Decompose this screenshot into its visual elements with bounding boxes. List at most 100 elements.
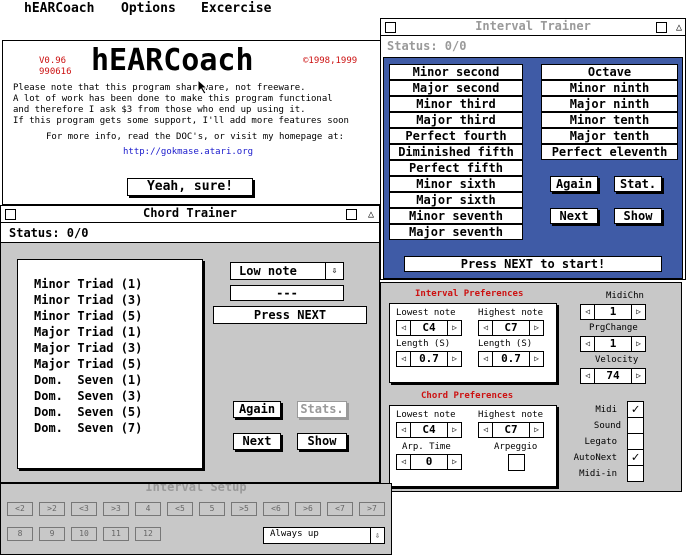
interval-option[interactable]: Perfect fourth [389,128,523,144]
chord-list-item[interactable]: Minor Triad (5) [34,308,142,324]
interval-next-button[interactable]: Next [550,208,598,224]
interval-option[interactable]: Minor ninth [541,80,678,96]
full-box-icon[interactable] [656,22,667,33]
interval-highest-spinner[interactable]: ◁ C7 ▷ [478,320,544,336]
chord-list-item[interactable]: Minor Triad (3) [34,292,142,308]
interval-key-button[interactable]: <6 [263,502,289,516]
interval-key-button[interactable]: 11 [103,527,129,541]
chord-again-button[interactable]: Again [233,401,281,418]
arrow-right-icon[interactable]: ▷ [529,352,543,366]
arpeggio-checkbox[interactable] [508,454,525,471]
interval-key-button[interactable]: <7 [327,502,353,516]
arrow-right-icon[interactable]: ▷ [447,423,461,437]
interval-option[interactable]: Major third [389,112,523,128]
menu-exercise[interactable]: Excercise [201,1,271,16]
arrow-left-icon[interactable]: ◁ [581,337,595,351]
dropdown-arrow-icon[interactable]: ⇩ [325,263,343,279]
interval-key-button[interactable]: 4 [135,502,161,516]
low-note-select[interactable]: Low note ⇩ [230,262,344,280]
interval-show-button[interactable]: Show [614,208,662,224]
interval-key-button[interactable]: 9 [39,527,65,541]
interval-key-button[interactable]: 10 [71,527,97,541]
arrow-left-icon[interactable]: ◁ [397,423,411,437]
interval-option[interactable]: Octave [541,64,678,80]
option-checkbox[interactable] [627,433,644,450]
close-box-icon[interactable] [385,22,396,33]
collapse-icon[interactable]: △ [676,20,682,35]
chord-list-item[interactable]: Minor Triad (1) [34,276,142,292]
homepage-link[interactable]: http://gokmase.atari.org [123,147,253,157]
chord-show-button[interactable]: Show [297,433,347,450]
arrow-left-icon[interactable]: ◁ [581,305,595,319]
arrow-right-icon[interactable]: ▷ [447,352,461,366]
menu-options[interactable]: Options [121,1,176,16]
interval-option[interactable]: Minor sixth [389,176,523,192]
option-checkbox[interactable] [627,417,644,434]
interval-again-button[interactable]: Again [550,176,598,192]
interval-key-button[interactable]: 12 [135,527,161,541]
chord-list-item[interactable]: Dom. Seven (1) [34,372,142,388]
interval-option[interactable]: Diminished fifth [389,144,523,160]
length-spinner-1[interactable]: ◁ 0.7 ▷ [396,351,462,367]
yeah-sure-button[interactable]: Yeah, sure! [127,178,253,196]
chord-stats-button[interactable]: Stats. [297,401,347,418]
menu-app[interactable]: hEARCoach [24,1,94,16]
chord-list-item[interactable]: Major Triad (1) [34,324,142,340]
interval-key-button[interactable]: >2 [39,502,65,516]
chord-list-item[interactable]: Major Triad (3) [34,340,142,356]
arrow-right-icon[interactable]: ▷ [529,321,543,335]
arrow-right-icon[interactable]: ▷ [447,321,461,335]
arrow-right-icon[interactable]: ▷ [447,455,461,469]
arrow-left-icon[interactable]: ◁ [397,352,411,366]
chord-list-item[interactable]: Dom. Seven (5) [34,404,142,420]
arrow-right-icon[interactable]: ▷ [631,305,645,319]
dropdown-arrow-icon[interactable]: ⇩ [370,528,384,543]
interval-option[interactable]: Minor second [389,64,523,80]
interval-option[interactable]: Major ninth [541,96,678,112]
full-box-icon[interactable] [346,209,357,220]
arrow-left-icon[interactable]: ◁ [479,423,493,437]
interval-option[interactable]: Perfect eleventh [541,144,678,160]
arrow-left-icon[interactable]: ◁ [479,352,493,366]
interval-option[interactable]: Major second [389,80,523,96]
interval-option[interactable]: Perfect fifth [389,160,523,176]
chord-lowest-spinner[interactable]: ◁ C4 ▷ [396,422,462,438]
arrow-left-icon[interactable]: ◁ [581,369,595,383]
interval-key-button[interactable]: <3 [71,502,97,516]
chord-highest-spinner[interactable]: ◁ C7 ▷ [478,422,544,438]
arrow-left-icon[interactable]: ◁ [397,455,411,469]
chord-title-bar[interactable]: Chord Trainer △ [1,206,379,223]
length-spinner-2[interactable]: ◁ 0.7 ▷ [478,351,544,367]
interval-lowest-spinner[interactable]: ◁ C4 ▷ [396,320,462,336]
interval-option[interactable]: Minor third [389,96,523,112]
direction-select[interactable]: Always up ⇩ [263,527,385,544]
arrow-right-icon[interactable]: ▷ [631,369,645,383]
interval-key-button[interactable]: >7 [359,502,385,516]
chord-list-item[interactable]: Major Triad (5) [34,356,142,372]
interval-option[interactable]: Minor tenth [541,112,678,128]
chord-next-button[interactable]: Next [233,433,281,450]
interval-option[interactable]: Major seventh [389,224,523,240]
interval-key-button[interactable]: 8 [7,527,33,541]
interval-key-button[interactable]: <2 [7,502,33,516]
interval-key-button[interactable]: 5 [199,502,225,516]
arrow-left-icon[interactable]: ◁ [397,321,411,335]
chord-list-item[interactable]: Dom. Seven (7) [34,420,142,436]
arp-time-spinner[interactable]: ◁ 0 ▷ [396,454,462,470]
velocity-spinner[interactable]: ◁ 74 ▷ [580,368,646,384]
arrow-left-icon[interactable]: ◁ [479,321,493,335]
close-box-icon[interactable] [5,209,16,220]
collapse-icon[interactable]: △ [368,207,374,222]
chord-list-item[interactable]: Dom. Seven (3) [34,388,142,404]
arrow-right-icon[interactable]: ▷ [631,337,645,351]
midichn-spinner[interactable]: ◁ 1 ▷ [580,304,646,320]
option-checkbox[interactable]: ✓ [627,401,644,418]
prgchange-spinner[interactable]: ◁ 1 ▷ [580,336,646,352]
interval-title-bar[interactable]: Interval Trainer △ [381,19,685,36]
interval-key-button[interactable]: >6 [295,502,321,516]
interval-stat-button[interactable]: Stat. [614,176,662,192]
interval-key-button[interactable]: >3 [103,502,129,516]
interval-option[interactable]: Major sixth [389,192,523,208]
option-checkbox[interactable]: ✓ [627,449,644,466]
interval-key-button[interactable]: >5 [231,502,257,516]
